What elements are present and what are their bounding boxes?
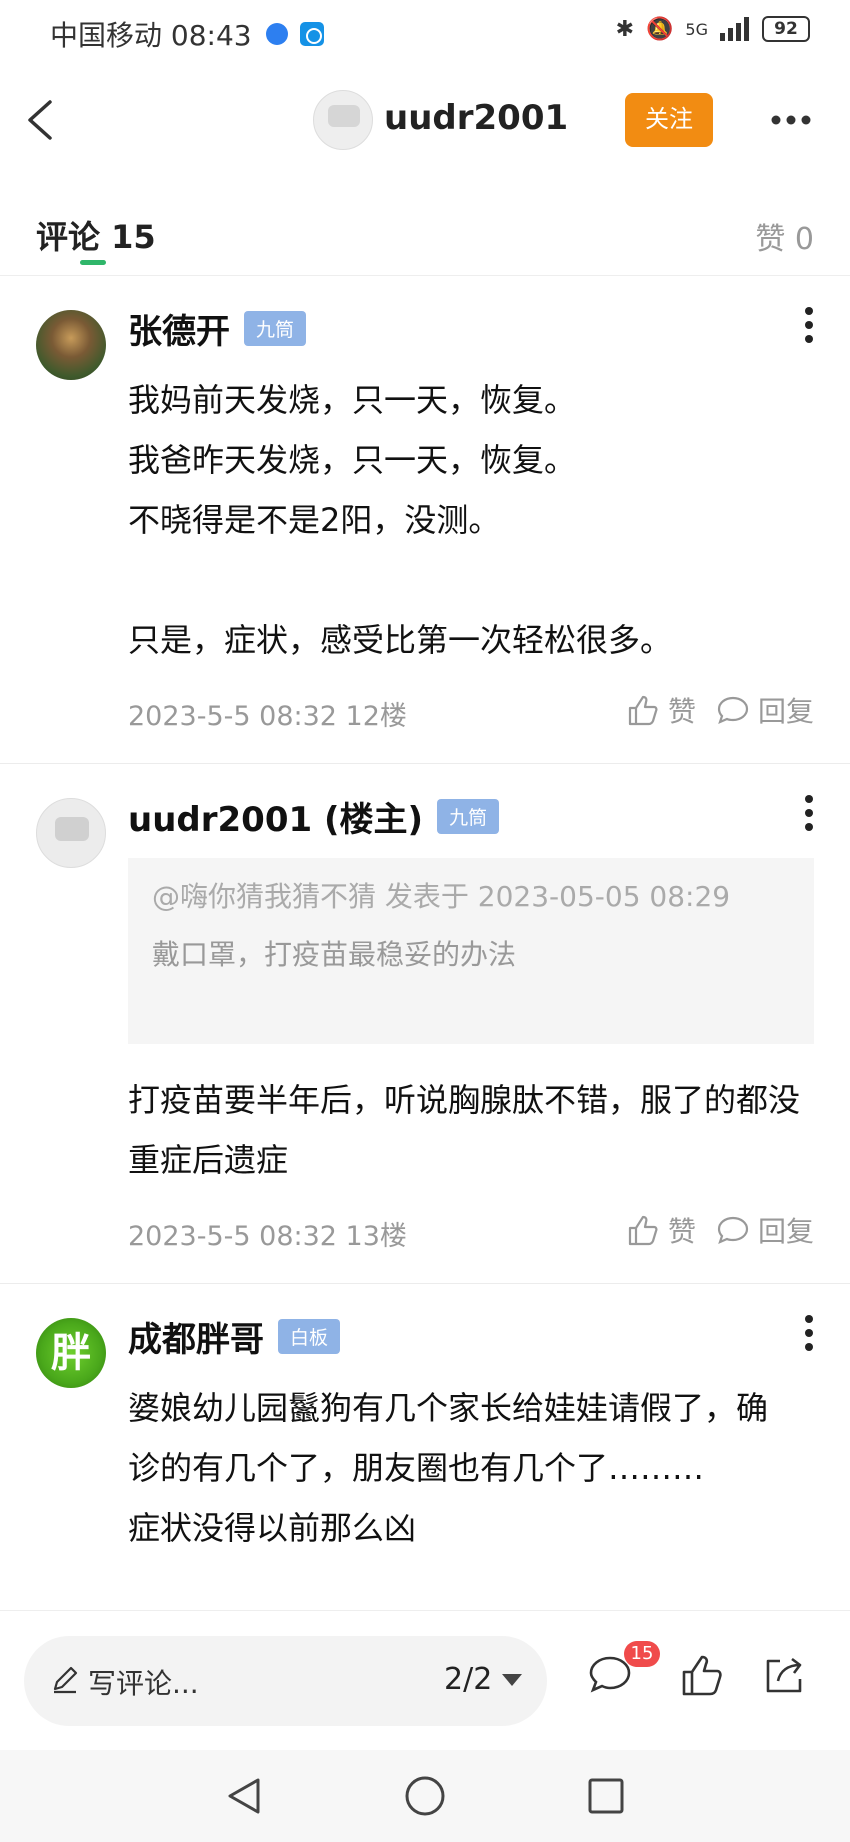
page-title[interactable]: uudr2001 [384,98,568,138]
author-name: 成都胖哥 [128,1320,264,1360]
nav-home-icon[interactable] [403,1774,447,1818]
comment-item: uudr2001 (楼主) 九筒 @嗨你猜我猜不猜 发表于 2023-05-05… [0,764,850,1284]
comment-body: 婆娘幼儿园鬣狗有几个家长给娃娃请假了，确诊的有几个了，朋友圈也有几个了……… 症… [128,1389,769,1547]
mute-icon: 🔕 [646,16,674,42]
comment-item: 胖 成都胖哥 白板 婆娘幼儿园鬣狗有几个家长给娃娃请假了，确诊的有几个了，朋友圈… [0,1284,850,1610]
comment-input[interactable]: 写评论... 2/2 [24,1636,547,1726]
tab-likes[interactable]: 赞 0 [755,214,814,258]
share-icon[interactable] [760,1651,808,1699]
app-notification-icon [299,22,324,46]
carrier-time: 中国移动 08:43 [50,14,324,54]
comment-input-placeholder: 写评论... [88,1667,199,1700]
tab-comments-label: 评论 [36,218,101,256]
network-label: 5G [685,19,708,39]
reply-button[interactable]: 回复 [716,1210,814,1250]
active-tab-indicator [80,260,106,265]
comment-author[interactable]: 张德开 九筒 [128,304,307,353]
comment-meta: 2023-5-5 08:32 13楼 [128,1221,407,1252]
follow-button[interactable]: 关注 [625,93,713,147]
pencil-icon [53,1666,78,1694]
reply-label: 回复 [757,695,814,728]
thumbs-up-icon [628,695,658,726]
status-icons: ✱ 🔕 5G 92 [616,16,810,42]
reply-bubble-icon [717,696,749,724]
like-label: 赞 [667,1215,696,1248]
system-nav-bar [0,1750,850,1842]
comment-body: 我妈前天发烧，只一天，恢复。 我爸昨天发烧，只一天，恢复。 不晓得是不是2阳，没… [128,381,673,659]
more-options-icon[interactable] [770,114,812,126]
avatar[interactable] [36,798,106,868]
comment-item: 张德开 九筒 我妈前天发烧，只一天，恢复。 我爸昨天发烧，只一天，恢复。 不晓得… [0,276,850,764]
bluetooth-icon: ✱ [615,16,635,42]
caret-down-icon [502,1673,523,1686]
signal-icon [720,17,749,41]
thumbs-up-icon [628,1215,658,1246]
avatar[interactable] [36,310,106,380]
quote-header: @嗨你猜我猜不猜 发表于 2023-05-05 08:29 [152,880,731,913]
like-button[interactable]: 赞 [626,690,696,730]
comment-meta: 2023-5-5 08:32 12楼 [128,701,407,732]
carrier-time-text: 中国移动 08:43 [50,19,252,52]
nav-back-icon[interactable] [222,1774,266,1818]
comment-author[interactable]: 成都胖哥 白板 [128,1312,341,1361]
user-level-badge: 九筒 [437,799,500,834]
tab-bar: 评论 15 赞 0 [0,200,850,276]
app-notification-icon [265,23,288,45]
author-name: uudr2001 (楼主) [128,800,424,840]
more-vertical-icon[interactable] [804,306,814,344]
comment-actions: 赞 回复 [626,1210,814,1250]
more-vertical-icon[interactable] [804,794,814,832]
tab-comments[interactable]: 评论 15 [36,212,156,258]
top-header: uudr2001 关注 [0,80,850,160]
author-avatar[interactable] [313,90,373,150]
comment-author[interactable]: uudr2001 (楼主) 九筒 [128,792,500,841]
page-indicator: 2/2 [444,1662,493,1697]
page-selector[interactable]: 2/2 [444,1662,523,1697]
user-level-badge: 白板 [278,1319,341,1354]
tab-comments-count: 15 [111,218,156,256]
comment-body: 打疫苗要半年后，听说胸腺肽不错，服了的都没重症后遗症 [128,1081,801,1179]
like-button[interactable]: 赞 [626,1210,696,1250]
reply-label: 回复 [757,1215,814,1248]
reply-bubble-icon [717,1216,749,1244]
user-level-badge: 九筒 [244,311,307,346]
author-name: 张德开 [128,312,230,352]
quoted-comment[interactable]: @嗨你猜我猜不猜 发表于 2023-05-05 08:29 戴口罩，打疫苗最稳妥… [128,858,814,1044]
comment-actions: 赞 回复 [626,690,814,730]
quote-text: 戴口罩，打疫苗最稳妥的办法 [152,938,517,971]
nav-recents-icon[interactable] [584,1774,628,1818]
reply-button[interactable]: 回复 [716,690,814,730]
battery-icon: 92 [762,16,810,42]
avatar[interactable]: 胖 [36,1318,106,1388]
thumbs-up-icon[interactable] [678,1651,726,1699]
like-label: 赞 [667,695,696,728]
bottom-action-bar: 写评论... 2/2 15 [0,1610,850,1750]
back-arrow-icon[interactable] [22,98,58,142]
comment-count-badge: 15 [624,1641,660,1667]
status-bar: 中国移动 08:43 ✱ 🔕 5G 92 [0,0,850,64]
more-vertical-icon[interactable] [804,1314,814,1352]
